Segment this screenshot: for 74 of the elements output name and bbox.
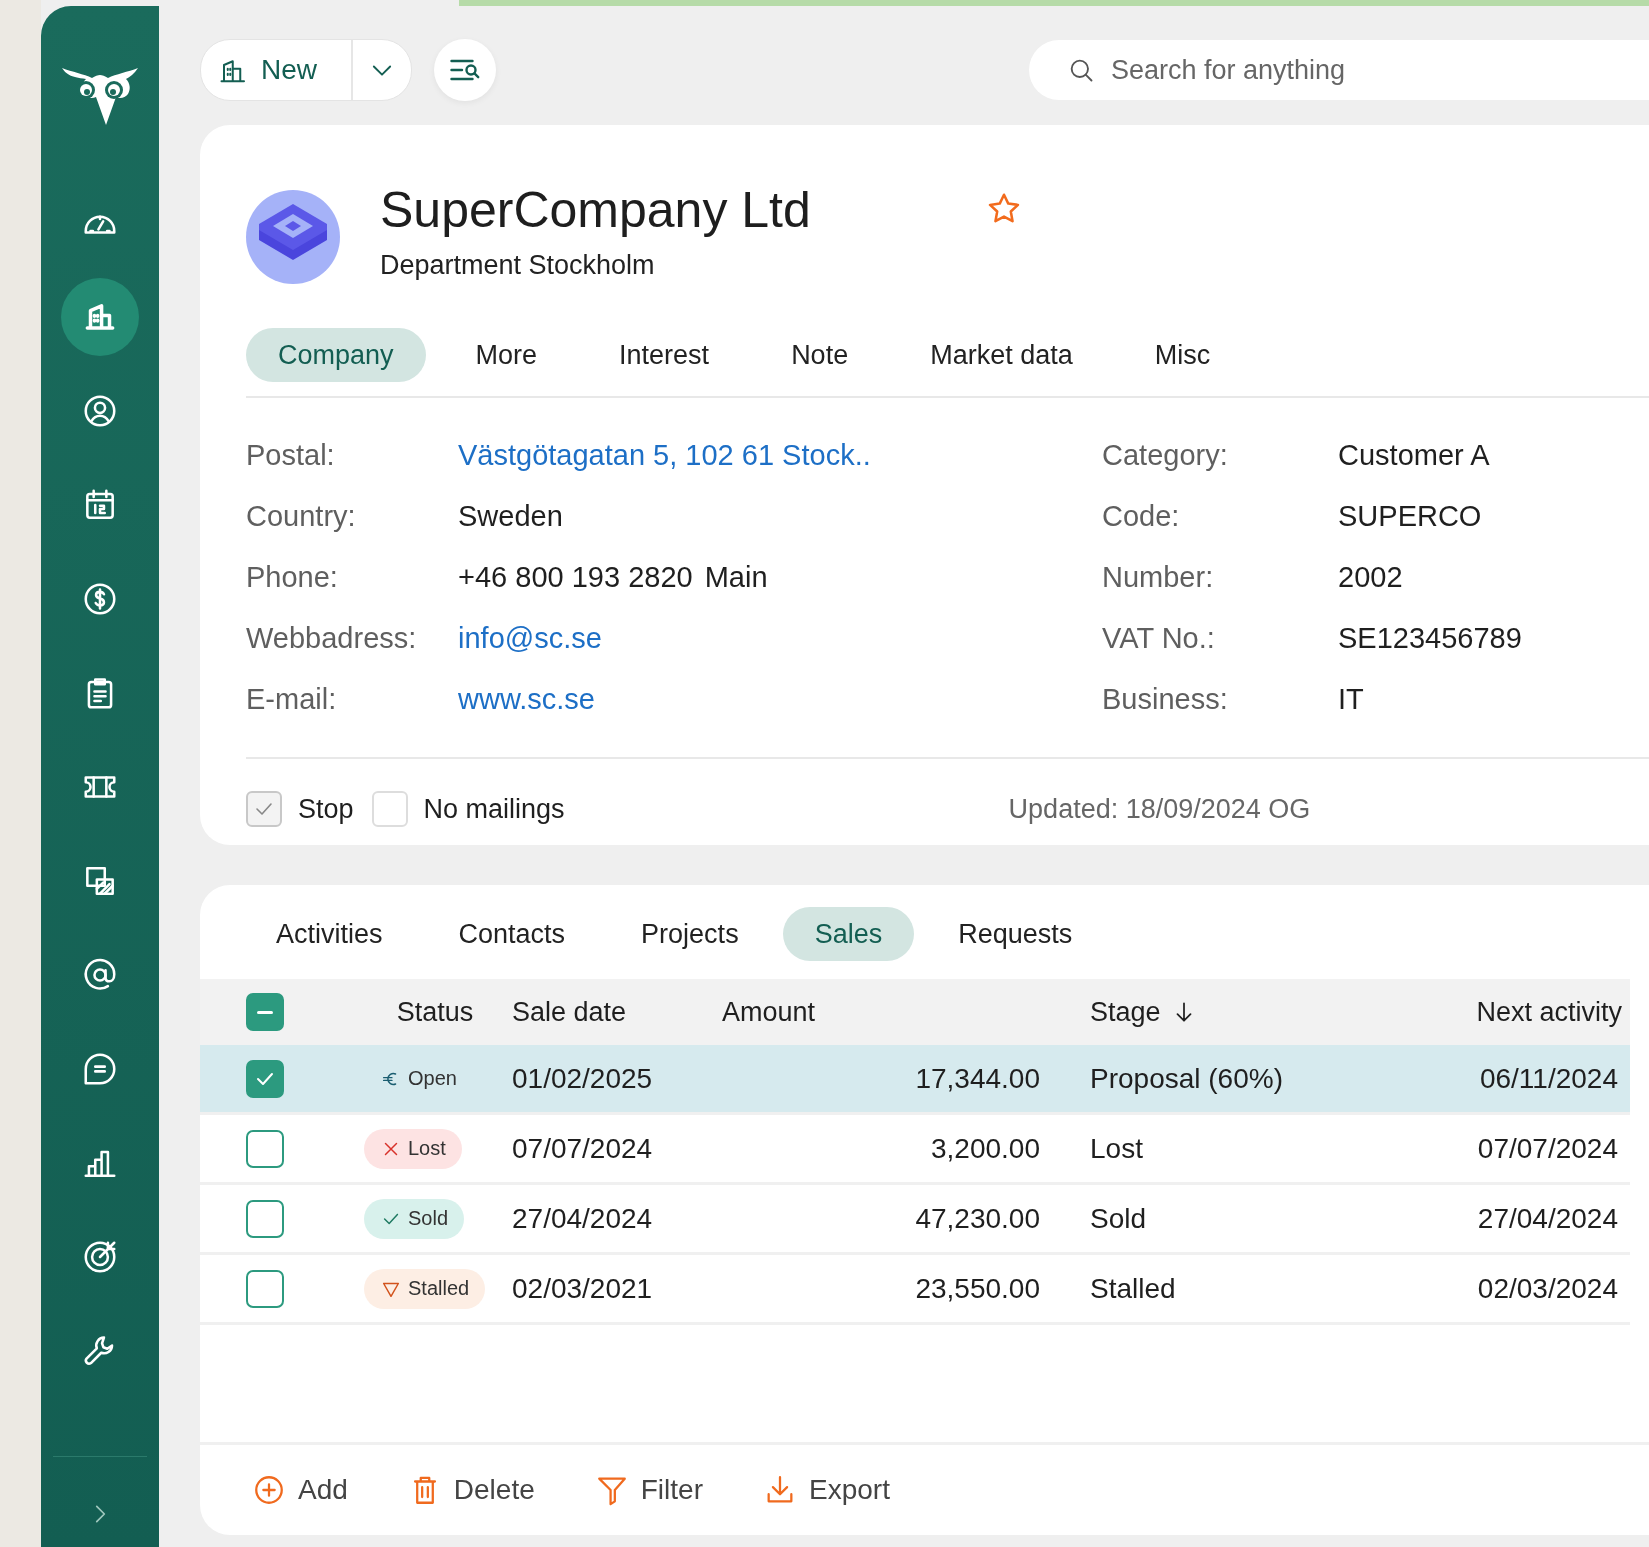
field-label: Number: xyxy=(1102,560,1215,595)
field-label: Category: xyxy=(1102,438,1229,473)
next-activity-date: 02/03/2024 xyxy=(1477,1272,1618,1305)
plus-circle-icon xyxy=(252,1473,286,1507)
row-checkbox[interactable] xyxy=(246,1269,284,1308)
field-label: Country: xyxy=(246,499,357,534)
filter-button[interactable]: Filter xyxy=(594,1473,703,1507)
field-label: Code: xyxy=(1102,499,1181,534)
field-label: VAT No.: xyxy=(1102,621,1216,656)
tab[interactable]: Activities xyxy=(244,907,415,961)
next-activity-date: 06/11/2024 xyxy=(1479,1062,1618,1095)
field-label: Phone: xyxy=(246,560,339,595)
field-link[interactable]: Västgötagatan 5, 102 61 Stock.. xyxy=(458,439,871,471)
phone-type: Main xyxy=(704,561,768,593)
select-all-checkbox[interactable] xyxy=(246,993,284,1031)
sale-date: 07/07/2024 xyxy=(512,1132,653,1165)
tab[interactable]: Company xyxy=(246,328,426,382)
field-link[interactable]: www.sc.se xyxy=(458,683,595,715)
export-button[interactable]: Export xyxy=(763,1473,890,1507)
amount: 47,230.00 xyxy=(915,1202,1040,1235)
sale-date: 27/04/2024 xyxy=(512,1202,653,1235)
amount: 3,200.00 xyxy=(931,1132,1040,1165)
field-value: IT xyxy=(1338,683,1364,715)
tab[interactable]: More xyxy=(443,328,570,382)
stage: Lost xyxy=(1090,1132,1143,1165)
row-checkbox[interactable] xyxy=(246,1129,284,1168)
delete-button[interactable]: Delete xyxy=(407,1473,535,1507)
sale-date: 01/02/2025 xyxy=(512,1062,653,1095)
tab[interactable]: Market data xyxy=(898,328,1105,382)
field-label: Webbadress: xyxy=(246,621,418,656)
status-badge: Stalled xyxy=(364,1268,486,1309)
tab[interactable]: Sales xyxy=(782,907,915,961)
status-badge: Sold xyxy=(364,1198,465,1239)
minus-icon xyxy=(257,1010,273,1014)
new-button[interactable]: New xyxy=(201,40,353,100)
tab[interactable]: Misc xyxy=(1122,328,1243,382)
tab[interactable]: Interest xyxy=(587,328,742,382)
next-activity-date: 07/07/2024 xyxy=(1477,1132,1618,1165)
sale-date: 02/03/2021 xyxy=(512,1272,653,1305)
department-name: Department Stockholm xyxy=(380,250,656,281)
field-label: Postal: xyxy=(246,438,336,473)
checkbox-label: Stop xyxy=(298,793,354,825)
status-badge: Lost xyxy=(364,1128,462,1169)
search-field[interactable]: Search for anything xyxy=(1029,40,1649,100)
field-label: E-mail: xyxy=(246,682,338,717)
column-header[interactable]: Stage xyxy=(1090,996,1161,1028)
field-label: Business: xyxy=(1102,682,1229,717)
row-checkbox[interactable] xyxy=(246,1199,284,1238)
company-name: SuperCompany Ltd xyxy=(380,181,811,240)
tab[interactable]: Requests xyxy=(926,907,1105,961)
amount: 23,550.00 xyxy=(915,1272,1040,1305)
add-button[interactable]: Add xyxy=(252,1473,348,1507)
checkbox[interactable] xyxy=(371,791,408,827)
checkbox-label: No mailings xyxy=(423,793,565,825)
field-value: 2002 xyxy=(1338,561,1403,593)
tab[interactable]: Contacts xyxy=(426,907,598,961)
stage: Sold xyxy=(1090,1202,1147,1235)
field-link[interactable]: info@sc.se xyxy=(458,622,602,654)
stage: Stalled xyxy=(1090,1272,1176,1305)
row-checkbox[interactable] xyxy=(246,1059,284,1098)
field-value: +46 800 193 2820 xyxy=(458,561,693,593)
checkbox[interactable] xyxy=(246,791,282,827)
field-value: SUPERCO xyxy=(1338,500,1482,532)
field-value: Customer A xyxy=(1338,439,1490,471)
next-activity-date: 27/04/2024 xyxy=(1477,1202,1618,1235)
amount: 17,344.00 xyxy=(915,1062,1040,1095)
stage: Proposal (60%) xyxy=(1090,1062,1283,1095)
updated-text: Updated: 18/09/2024 OG xyxy=(1008,793,1311,825)
status-label: Open xyxy=(364,1058,473,1099)
field-value: Sweden xyxy=(458,500,563,532)
tab[interactable]: Projects xyxy=(609,907,771,961)
field-value: SE123456789 xyxy=(1338,622,1522,654)
tab[interactable]: Note xyxy=(759,328,881,382)
column-header[interactable]: Amount xyxy=(722,996,816,1028)
